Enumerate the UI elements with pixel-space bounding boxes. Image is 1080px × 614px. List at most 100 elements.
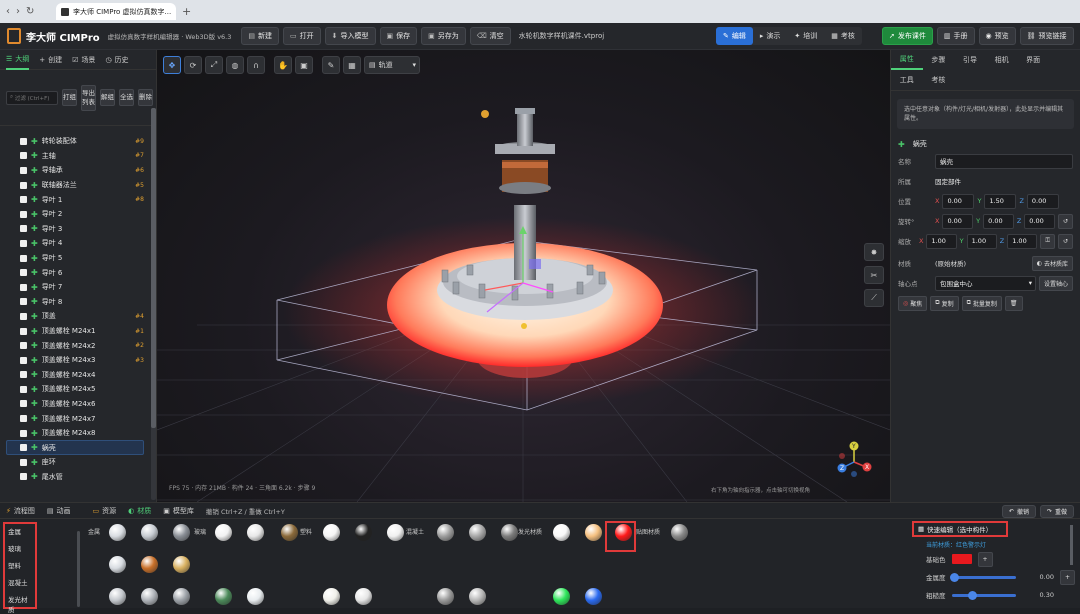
scrollbar-thumb[interactable] <box>151 108 156 428</box>
material-swatch[interactable] <box>244 588 266 607</box>
visibility-checkbox[interactable] <box>20 298 27 306</box>
tab-model-library[interactable]: ▣ 模型库 <box>163 506 194 516</box>
material-swatch[interactable] <box>138 588 160 607</box>
material-swatch[interactable] <box>550 524 572 543</box>
tree-row[interactable]: ✚ 导叶 6 <box>0 265 150 280</box>
back-icon[interactable]: ‹ <box>6 6 10 17</box>
material-swatch[interactable] <box>244 524 266 543</box>
lock-icon[interactable]: ⚿ <box>1040 233 1055 249</box>
visibility-checkbox[interactable] <box>20 254 27 262</box>
material-swatch[interactable] <box>320 588 342 607</box>
tab-resources[interactable]: ▭ 资源 <box>93 506 117 516</box>
scale-x-field[interactable]: 1.00 <box>926 233 957 249</box>
category-scrollbar[interactable] <box>77 531 80 607</box>
tree-row[interactable]: ✚ 导叶 8 <box>0 295 150 310</box>
material-swatch[interactable] <box>352 588 374 607</box>
visibility-checkbox[interactable] <box>20 444 27 452</box>
tree-row[interactable]: ✚ 导轴承 #6 <box>0 163 150 178</box>
material-swatch[interactable] <box>278 524 300 543</box>
slider-knob[interactable] <box>949 572 959 582</box>
roughness-slider[interactable] <box>951 590 1016 600</box>
snap-magnet-icon[interactable]: ∩ <box>247 56 265 74</box>
delete-button[interactable]: 删除 <box>138 89 153 106</box>
open-button[interactable]: ▭ 打开 <box>283 27 321 45</box>
trash-icon[interactable]: 🗑 <box>1004 295 1023 311</box>
grid-icon[interactable]: ▦ <box>343 56 361 74</box>
visibility-checkbox[interactable] <box>20 458 27 466</box>
group-button[interactable]: 打组 <box>62 89 77 106</box>
visibility-checkbox[interactable] <box>20 415 27 423</box>
metalness-slider[interactable] <box>949 572 1016 582</box>
tree-row[interactable]: ✚ 导叶 2 <box>0 207 150 222</box>
visibility-checkbox[interactable] <box>20 429 27 437</box>
tab-animation[interactable]: ▤ 动画 <box>47 506 71 516</box>
select-all-button[interactable]: 全选 <box>119 89 134 106</box>
scale-y-field[interactable]: 1.00 <box>966 233 997 249</box>
tree-row[interactable]: ✚ 顶盖螺栓 M24x8 <box>0 426 150 441</box>
batch-copy-button[interactable]: ⧉ 批量复制 <box>961 295 1002 311</box>
clear-button[interactable]: ⌫ 清空 <box>469 27 511 45</box>
visibility-checkbox[interactable] <box>20 371 27 379</box>
visibility-checkbox[interactable] <box>20 210 27 218</box>
rotate-tool-icon[interactable]: ⟳ <box>184 56 202 74</box>
visibility-checkbox[interactable] <box>20 400 27 408</box>
measure-icon[interactable]: ⟋ <box>864 289 884 307</box>
ungroup-button[interactable]: 解组 <box>100 89 115 106</box>
material-swatch[interactable] <box>170 588 192 607</box>
focus-button[interactable]: ◎ 聚焦 <box>898 295 928 311</box>
rot-z-field[interactable]: 0.00 <box>1024 213 1055 229</box>
frame-icon[interactable]: ▣ <box>295 56 313 74</box>
reset-rotation-icon[interactable]: ↺ <box>1057 213 1073 229</box>
material-swatch[interactable] <box>212 524 234 543</box>
tab-history[interactable]: ◷ 历史 <box>105 55 128 65</box>
mode-exam[interactable]: ▦ 考核 <box>824 27 862 45</box>
material-swatch[interactable] <box>106 524 128 543</box>
category-glass[interactable]: 玻璃 <box>8 543 32 553</box>
right-scrollbar[interactable] <box>1070 525 1073 565</box>
name-field[interactable]: 蜗壳 <box>935 153 1073 169</box>
tree-row[interactable]: ✚ 导叶 1 #8 <box>0 192 150 207</box>
publish-button[interactable]: ➚ 发布课件 <box>882 27 933 45</box>
set-pivot-button[interactable]: 设置轴心 <box>1038 275 1073 291</box>
tree-row[interactable]: ✚ 导叶 4 <box>0 236 150 251</box>
save-button[interactable]: ▣ 保存 <box>379 27 418 45</box>
3d-viewport[interactable]: Y X Z ✥ ⟳ ⤢ ◍ ∩ ✋ ▣ ✎ ▦ ▤ 轨道 ▾ ✸ ✂ ⟋ FPS 7… <box>157 50 890 502</box>
tab-camera[interactable]: 相机 <box>986 50 1018 70</box>
tree-row[interactable]: ✚ 顶盖螺栓 M24x2 #2 <box>0 338 150 353</box>
redo-button[interactable]: ↷ 重做 <box>1039 505 1074 518</box>
explode-icon[interactable]: ✸ <box>864 243 884 261</box>
visibility-checkbox[interactable] <box>20 385 27 393</box>
reload-icon[interactable]: ↻ <box>26 6 34 17</box>
visibility-checkbox[interactable] <box>20 166 27 174</box>
mode-edit[interactable]: ✎ 编辑 <box>716 27 753 45</box>
material-swatch[interactable] <box>466 524 488 543</box>
visibility-checkbox[interactable] <box>20 312 27 320</box>
category-concrete[interactable]: 混凝土 <box>8 577 32 587</box>
visibility-checkbox[interactable] <box>20 152 27 160</box>
save-as-button[interactable]: ▣ 另存为 <box>421 27 466 45</box>
export-list-button[interactable]: 导出列表 <box>81 84 96 111</box>
visibility-checkbox[interactable] <box>20 137 27 145</box>
material-swatch[interactable] <box>138 524 160 543</box>
tree-row[interactable]: ✚ 蜗壳 <box>6 440 144 456</box>
pos-x-field[interactable]: 0.00 <box>942 193 975 209</box>
scale-tool-icon[interactable]: ⤢ <box>205 56 223 74</box>
visibility-checkbox[interactable] <box>20 225 27 233</box>
paint-icon[interactable]: ✎ <box>322 56 340 74</box>
visibility-checkbox[interactable] <box>20 283 27 291</box>
material-swatch[interactable] <box>106 588 128 607</box>
slider-knob[interactable] <box>967 590 977 600</box>
category-plastic[interactable]: 塑料 <box>8 560 32 570</box>
category-emissive[interactable]: 发光材质 <box>8 594 32 614</box>
tab-outline[interactable]: ☰ 大纲 <box>6 50 30 70</box>
tree-row[interactable]: ✚ 导叶 7 <box>0 280 150 295</box>
material-swatch[interactable] <box>138 556 160 575</box>
add-color-icon[interactable]: + <box>977 551 993 567</box>
preview-link-button[interactable]: ⛓ 预览链接 <box>1019 27 1074 45</box>
tab-flowchart[interactable]: ⚡ 流程图 <box>6 506 35 516</box>
material-library-button[interactable]: ◐ 去材质库 <box>1031 255 1073 271</box>
tree-row[interactable]: ✚ 顶盖螺栓 M24x5 <box>0 382 150 397</box>
material-swatch[interactable] <box>612 524 634 543</box>
material-swatch[interactable] <box>384 524 406 543</box>
copy-button[interactable]: ⧉ 复制 <box>930 295 959 311</box>
